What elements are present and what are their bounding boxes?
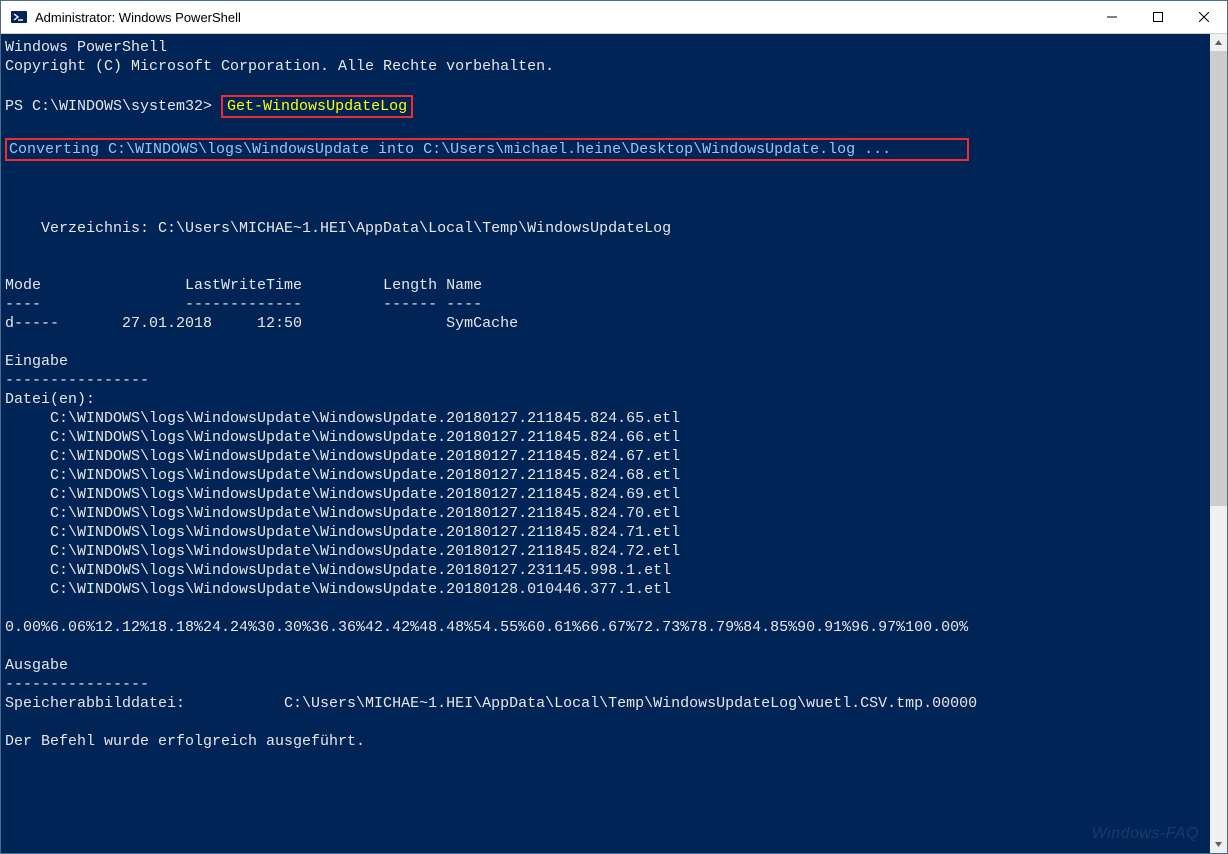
file-line: C:\WINDOWS\logs\WindowsUpdate\WindowsUpd…: [5, 562, 671, 579]
input-sep: ----------------: [5, 372, 149, 389]
table-separator: ---- ------------- ------ ----: [5, 296, 482, 313]
window-title: Administrator: Windows PowerShell: [35, 10, 1089, 25]
directory-line: Verzeichnis: C:\Users\MICHAE~1.HEI\AppDa…: [5, 220, 671, 237]
file-line: C:\WINDOWS\logs\WindowsUpdate\WindowsUpd…: [5, 505, 680, 522]
powershell-window: Administrator: Windows PowerShell Window…: [0, 0, 1228, 854]
progress-line: 0.00%6.06%12.12%18.18%24.24%30.30%36.36%…: [5, 619, 968, 636]
input-heading: Eingabe: [5, 353, 68, 370]
file-line: C:\WINDOWS\logs\WindowsUpdate\WindowsUpd…: [5, 448, 680, 465]
files-heading: Datei(en):: [5, 391, 95, 408]
minimize-button[interactable]: [1089, 1, 1135, 33]
close-button[interactable]: [1181, 1, 1227, 33]
prompt: PS C:\WINDOWS\system32>: [5, 98, 221, 115]
maximize-button[interactable]: [1135, 1, 1181, 33]
table-header: Mode LastWriteTime Length Name: [5, 277, 482, 294]
powershell-icon: [11, 9, 27, 25]
window-controls: [1089, 1, 1227, 33]
file-line: C:\WINDOWS\logs\WindowsUpdate\WindowsUpd…: [5, 581, 671, 598]
watermark: Windows-FAQ: [1092, 825, 1199, 843]
output-sep: ----------------: [5, 676, 149, 693]
scroll-up-button[interactable]: [1210, 34, 1227, 51]
file-line: C:\WINDOWS\logs\WindowsUpdate\WindowsUpd…: [5, 429, 680, 446]
success-line: Der Befehl wurde erfolgreich ausgeführt.: [5, 733, 365, 750]
output-heading: Ausgabe: [5, 657, 68, 674]
ps-banner-2: Copyright (C) Microsoft Corporation. All…: [5, 58, 554, 75]
file-line: C:\WINDOWS\logs\WindowsUpdate\WindowsUpd…: [5, 524, 680, 541]
table-row: d----- 27.01.2018 12:50 SymCache: [5, 315, 518, 332]
file-line: C:\WINDOWS\logs\WindowsUpdate\WindowsUpd…: [5, 410, 680, 427]
vertical-scrollbar[interactable]: [1210, 34, 1227, 853]
scroll-down-button[interactable]: [1210, 836, 1227, 853]
ps-banner-1: Windows PowerShell: [5, 39, 167, 56]
converting-highlight: Converting C:\WINDOWS\logs\WindowsUpdate…: [5, 138, 969, 161]
scroll-track[interactable]: [1210, 51, 1227, 836]
terminal-output[interactable]: Windows PowerShell Copyright (C) Microso…: [1, 34, 1210, 853]
command-highlight: Get-WindowsUpdateLog: [221, 95, 413, 118]
title-bar[interactable]: Administrator: Windows PowerShell: [1, 1, 1227, 34]
terminal-area: Windows PowerShell Copyright (C) Microso…: [1, 34, 1227, 853]
scroll-thumb[interactable]: [1210, 51, 1227, 506]
file-line: C:\WINDOWS\logs\WindowsUpdate\WindowsUpd…: [5, 486, 680, 503]
dumpfile-line: Speicherabbilddatei: C:\Users\MICHAE~1.H…: [5, 695, 977, 712]
file-line: C:\WINDOWS\logs\WindowsUpdate\WindowsUpd…: [5, 467, 680, 484]
file-line: C:\WINDOWS\logs\WindowsUpdate\WindowsUpd…: [5, 543, 680, 560]
